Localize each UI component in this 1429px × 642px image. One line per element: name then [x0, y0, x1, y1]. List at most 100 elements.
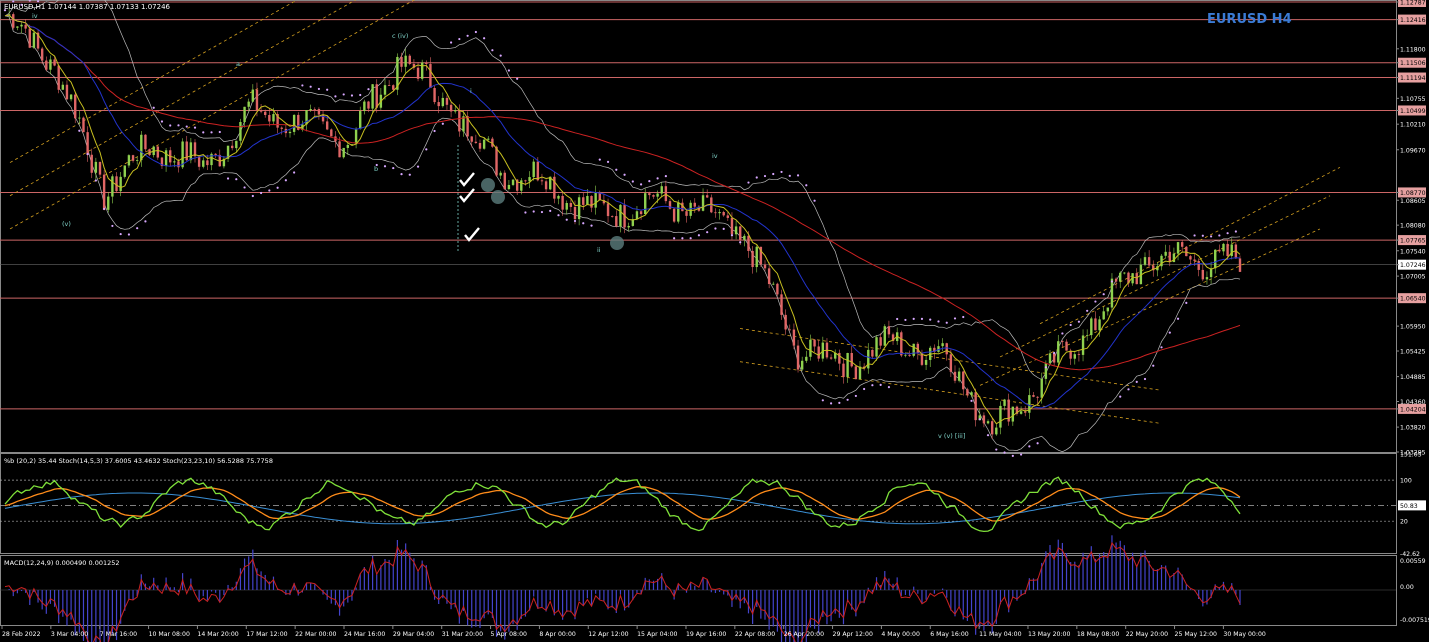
candle-body: [119, 176, 122, 192]
candle-body: [408, 55, 411, 64]
sar-dot: [160, 120, 164, 123]
candle-body: [1110, 278, 1114, 308]
candle-body: [214, 153, 217, 155]
macd-tick-label: -0.007519: [1400, 617, 1429, 624]
sar-dot: [970, 399, 973, 402]
candle-body: [883, 326, 886, 346]
sar-dot: [491, 49, 494, 52]
check-mark-icon: [459, 172, 475, 187]
osc-tick-label: 151.05: [1400, 451, 1422, 458]
sar-dot: [1135, 380, 1138, 384]
candle-body: [986, 421, 990, 424]
candle-body: [763, 264, 767, 269]
candle-body: [788, 329, 791, 331]
candle-body: [677, 202, 680, 222]
candle-body: [404, 55, 407, 67]
sar-dot: [540, 210, 544, 214]
candle-body: [69, 94, 73, 100]
candle-body: [817, 346, 820, 359]
candle-body: [363, 101, 366, 112]
candle-body: [755, 246, 758, 268]
sar-dot: [1218, 234, 1221, 237]
candle-body: [206, 160, 209, 166]
price-tick-label: 1.07005: [1400, 274, 1426, 281]
candle-body: [1061, 341, 1064, 342]
candle-body: [635, 211, 639, 220]
candle-body: [470, 136, 473, 142]
candle-body: [1119, 272, 1122, 282]
candle-body: [127, 155, 131, 166]
sar-dot: [1168, 331, 1171, 334]
candle-body: [1218, 249, 1221, 252]
candle-body: [1193, 259, 1196, 261]
sar-dot: [136, 227, 139, 230]
sar-dot: [730, 234, 734, 237]
candle-body: [65, 84, 69, 100]
candle-body: [809, 339, 812, 357]
sar-dot: [152, 106, 155, 109]
osc-tick-label: 100: [1400, 478, 1412, 485]
candle-body: [982, 415, 986, 424]
sar-dot: [1019, 453, 1023, 456]
sar-dot: [697, 234, 701, 237]
candle-body: [135, 160, 139, 161]
candle-body: [82, 117, 85, 133]
candle-body: [144, 134, 147, 150]
candle-body: [718, 212, 721, 214]
wave-label-2: c (iv): [392, 32, 408, 40]
time-tick-label: 7 Mar 16:00: [100, 631, 137, 638]
channel-line-0: [9, 0, 415, 230]
candle-body: [850, 352, 853, 367]
candle-body: [16, 26, 19, 28]
candle-body: [644, 193, 647, 215]
bband-b-line: [4, 492, 1241, 525]
candle-body: [586, 195, 589, 205]
candle-body: [354, 128, 358, 145]
price-tick-label: 1.11506: [1400, 60, 1426, 67]
sar-dot: [656, 177, 659, 180]
candle-body: [1024, 411, 1027, 413]
sar-dot: [193, 126, 197, 129]
candle-body: [416, 67, 420, 79]
price-tick-label: 1.11194: [1400, 75, 1426, 82]
candle-body: [235, 140, 238, 149]
sar-dot: [392, 166, 395, 170]
candle-body: [990, 421, 994, 435]
candle-body: [330, 129, 333, 137]
sar-dot: [995, 448, 998, 451]
candle-body: [313, 108, 316, 110]
candle-body: [908, 354, 911, 356]
candle-body: [615, 216, 618, 227]
sar-dot: [780, 170, 783, 174]
sar-dot: [573, 219, 577, 223]
sar-dot: [772, 172, 775, 176]
candle-body: [1044, 363, 1048, 379]
candle-body: [317, 109, 321, 115]
forex-chart[interactable]: iv a c (iv) i b iv ii v (v) [iii] (v) EURUSD,H1 …: [0, 0, 1429, 642]
candle-body: [164, 150, 168, 167]
sar-dot: [259, 191, 263, 195]
sar-dot: [78, 129, 81, 132]
candle-body: [1230, 244, 1233, 257]
candle-body: [1011, 406, 1015, 422]
candle-body: [577, 197, 581, 220]
candle-body: [664, 186, 668, 202]
wave-label-0: iv: [32, 12, 38, 20]
candle-body: [1090, 318, 1093, 336]
candle-body: [193, 142, 197, 157]
candle-body: [156, 146, 160, 158]
time-axis: 28 Feb 2022 3 Mar 04:00 7 Mar 16:00 10 Mar …: [1, 626, 1266, 638]
candle-body: [503, 172, 506, 190]
sar-dot: [441, 122, 444, 125]
candle-body: [924, 359, 928, 365]
candle-body: [701, 195, 705, 211]
wave-label-1: a: [236, 60, 240, 68]
sar-dot: [796, 174, 800, 177]
candle-body: [392, 85, 395, 90]
sar-dot: [953, 317, 957, 320]
price-tick-label: 1.10499: [1400, 108, 1426, 115]
time-tick-label: 5 Apr 08:00: [491, 631, 527, 638]
bollinger-bands: [4, 0, 1241, 453]
candle-body: [957, 371, 961, 381]
candle-body: [383, 85, 387, 95]
